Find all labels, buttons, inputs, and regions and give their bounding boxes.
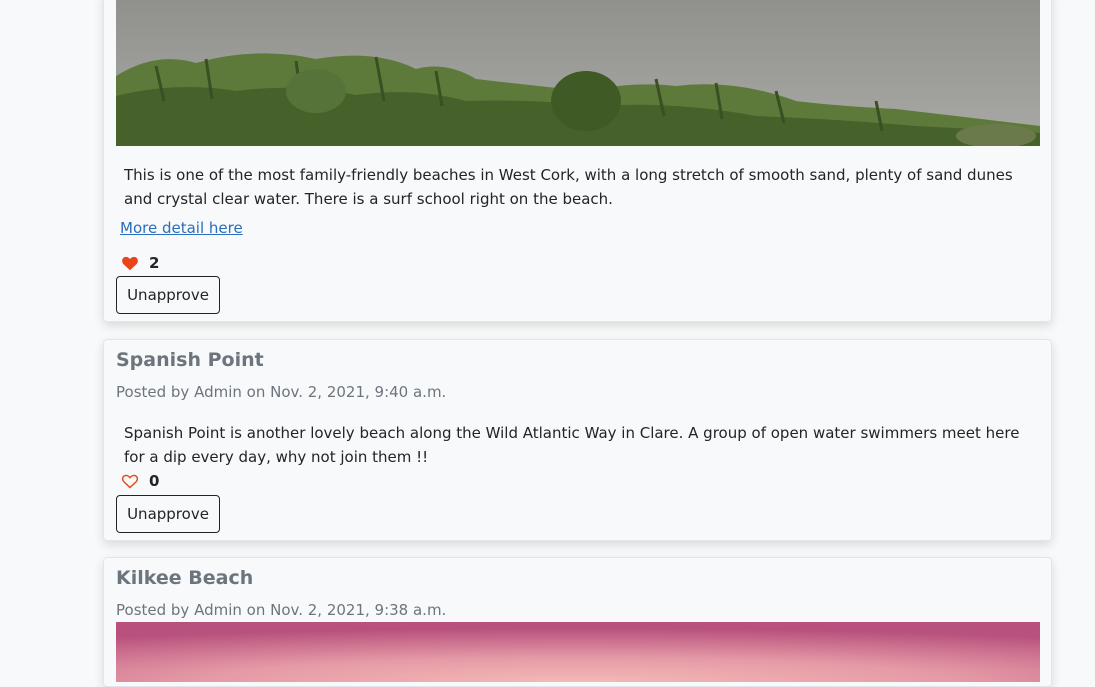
like-count: 2 [149,254,160,272]
post-card: Kilkee Beach Posted by Admin on Nov. 2, … [103,557,1052,687]
post-title: Spanish Point [116,349,264,371]
post-excerpt: Spanish Point is another lovely beach al… [124,424,1020,466]
like-section: 0 [121,471,159,491]
unapprove-button[interactable]: Unapprove [116,495,220,533]
post-card: Spanish Point Posted by Admin on Nov. 2,… [103,339,1052,541]
post-excerpt: This is one of the most family-friendly … [124,166,1013,208]
like-count: 0 [149,472,160,490]
post-card: This is one of the most family-friendly … [103,0,1052,322]
post-image [116,622,1040,682]
like-section: 2 [121,253,159,273]
more-detail-link[interactable]: More detail here [120,219,243,237]
post-meta: Posted by Admin on Nov. 2, 2021, 9:38 a.… [116,601,447,619]
heart-outline-icon[interactable] [121,473,139,489]
post-meta: Posted by Admin on Nov. 2, 2021, 9:40 a.… [116,383,447,401]
heart-filled-icon[interactable] [121,255,139,271]
post-title: Kilkee Beach [116,567,254,589]
post-image [116,0,1040,146]
unapprove-button[interactable]: Unapprove [116,276,220,314]
